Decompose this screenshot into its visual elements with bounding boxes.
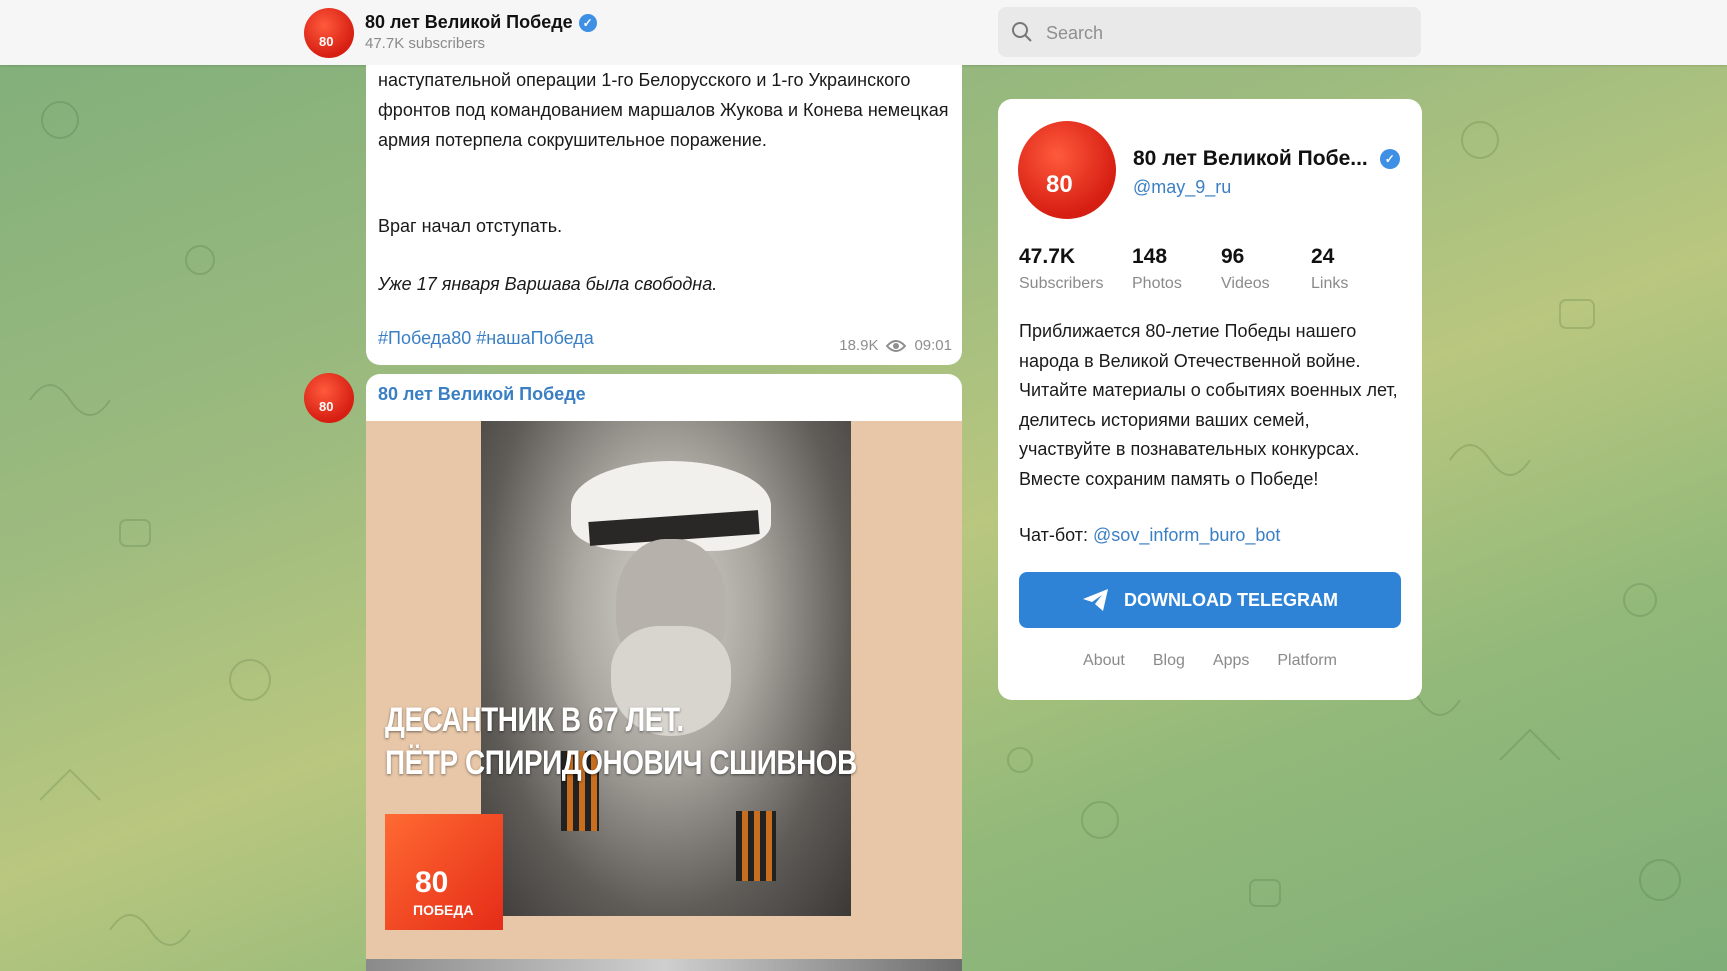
st-george-ribbon	[736, 811, 776, 881]
victory-80-logo: 80 ПОБЕДА	[385, 814, 503, 930]
chatbot-line: Чат-бот: @sov_inform_buro_bot	[1019, 525, 1280, 546]
channel-title-text: 80 лет Великой Победе	[365, 12, 573, 32]
author-avatar[interactable]: 80	[304, 373, 354, 423]
channel-title[interactable]: 80 лет Великой Победе ✓	[365, 12, 597, 33]
download-telegram-button[interactable]: DOWNLOAD TELEGRAM	[1019, 572, 1401, 628]
channel-avatar[interactable]: 80	[304, 8, 354, 58]
stat-label: Links	[1311, 275, 1349, 292]
hashtag-links[interactable]: #Победа80 #нашаПобеда	[378, 328, 594, 349]
message-photo[interactable]: ДЕСАНТНИК В 67 ЛЕТ. ПЁТР СПИРИДОНОВИЧ СШ…	[366, 421, 962, 971]
footer-link-about[interactable]: About	[1083, 652, 1125, 670]
channel-handle[interactable]: @may_9_ru	[1133, 177, 1231, 198]
channel-description: Приближается 80-летие Победы нашего наро…	[1019, 321, 1398, 489]
message-paragraph: Уже 17 января Варшава была свободна.	[378, 274, 718, 294]
verified-icon: ✓	[1379, 149, 1400, 170]
chatbot-label: Чат-бот:	[1019, 525, 1094, 545]
telegram-plane-icon	[1083, 589, 1108, 611]
avatar-logo-number: 80	[319, 399, 334, 414]
message-bubble: 80 лет Великой Победе ДЕСАНТНИК В 67 ЛЕТ…	[366, 374, 962, 971]
stat-label: Photos	[1132, 275, 1182, 292]
eye-icon	[886, 339, 907, 352]
logo-label: ПОБЕДА	[413, 902, 474, 918]
avatar-logo-number: 80	[319, 34, 334, 49]
image-caption-line: ПЁТР СПИРИДОНОВИЧ СШИВНОВ	[385, 744, 857, 782]
stat-label: Videos	[1221, 275, 1270, 292]
top-bar: 80 80 лет Великой Победе ✓ 47.7K subscrib…	[0, 0, 1727, 65]
stat-label: Subscribers	[1019, 275, 1104, 292]
card-avatar: 80	[1018, 121, 1116, 219]
message-author[interactable]: 80 лет Великой Победе	[378, 384, 586, 405]
subscriber-count: 47.7K subscribers	[365, 35, 486, 52]
card-channel-name-text: 80 лет Великой Побе...	[1133, 147, 1368, 170]
download-button-label: DOWNLOAD TELEGRAM	[1124, 589, 1338, 610]
stat-videos[interactable]: 96 Videos	[1221, 245, 1270, 293]
stat-value: 148	[1132, 245, 1168, 268]
search-box[interactable]	[998, 7, 1421, 57]
stat-value: 24	[1311, 245, 1335, 268]
search-icon	[1012, 22, 1032, 42]
message-paragraph: наступательной операции 1-го Белорусског…	[378, 70, 949, 150]
stat-value: 47.7K	[1019, 245, 1076, 268]
search-input[interactable]	[1044, 15, 1408, 51]
verified-icon: ✓	[578, 14, 597, 33]
message-time: 09:01	[914, 337, 952, 354]
view-count: 18.9K	[839, 337, 879, 354]
next-photo-strip	[366, 959, 962, 971]
footer-links: About Blog Apps Platform	[998, 652, 1422, 670]
avatar-logo-number: 80	[1046, 171, 1073, 198]
message-bubble: наступательной операции 1-го Белорусског…	[366, 65, 962, 365]
stat-subscribers[interactable]: 47.7K Subscribers	[1019, 245, 1103, 293]
stat-links[interactable]: 24 Links	[1311, 245, 1348, 293]
stat-value: 96	[1221, 245, 1245, 268]
card-channel-name: 80 лет Великой Побе... ✓	[1133, 147, 1400, 171]
message-meta: 18.9K 09:01	[839, 337, 952, 354]
footer-link-apps[interactable]: Apps	[1213, 652, 1249, 670]
channel-info-card: 80 80 лет Великой Побе... ✓ @may_9_ru 47.…	[998, 99, 1422, 700]
footer-link-platform[interactable]: Platform	[1277, 652, 1337, 670]
portrait-photo	[481, 421, 851, 916]
logo-number: 80	[415, 866, 449, 899]
chatbot-link[interactable]: @sov_inform_buro_bot	[1093, 525, 1280, 545]
message-paragraph: Враг начал отступать.	[378, 216, 563, 236]
footer-link-blog[interactable]: Blog	[1153, 652, 1185, 670]
image-caption-line: ДЕСАНТНИК В 67 ЛЕТ.	[385, 701, 684, 739]
stat-photos[interactable]: 148 Photos	[1132, 245, 1182, 293]
